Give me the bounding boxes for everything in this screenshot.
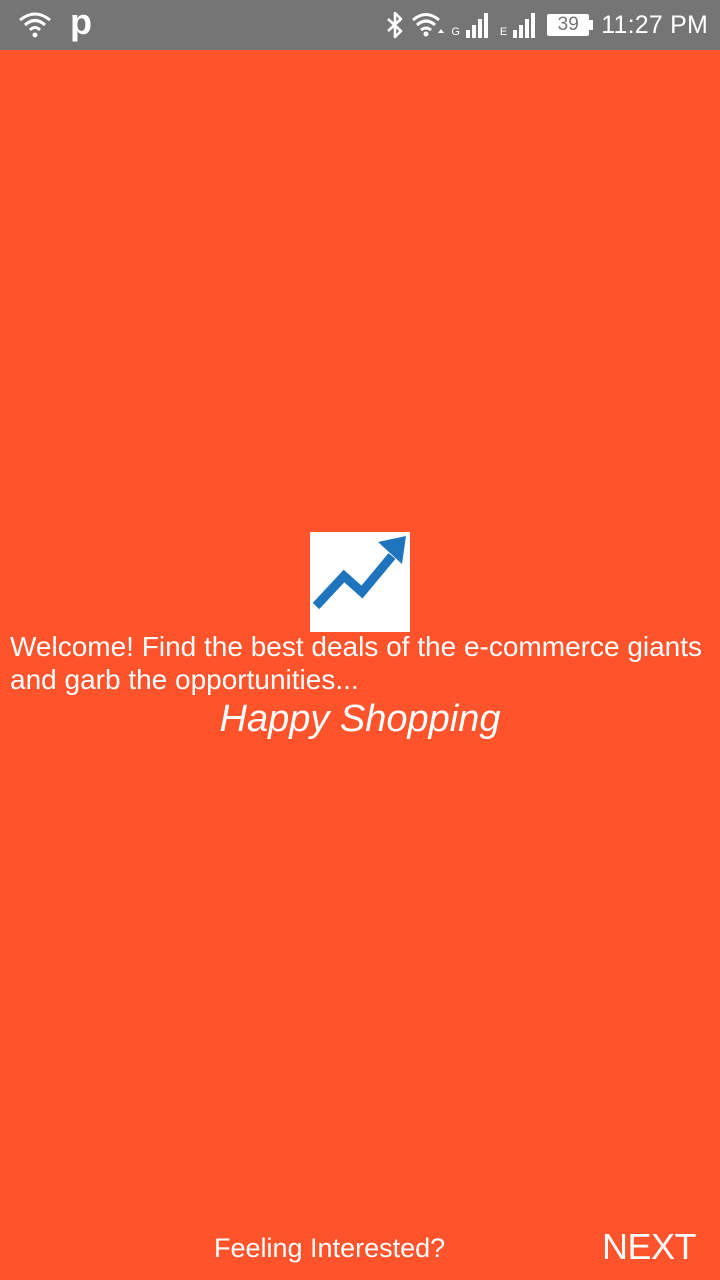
wifi-data-icon: [411, 11, 445, 39]
feeling-interested-text: Feeling Interested?: [214, 1233, 446, 1263]
status-bar-right: G E 39 11:27 PM: [385, 4, 708, 46]
app-notification-icon: p: [70, 1, 92, 42]
welcome-message: Welcome! Find the best deals of the e-co…: [10, 631, 703, 695]
next-button[interactable]: NEXT: [602, 1226, 697, 1268]
wifi-question-icon: [18, 10, 52, 40]
signal-icon: [465, 12, 490, 38]
trending-up-icon: [312, 536, 406, 610]
happy-shopping-tagline: Happy Shopping: [219, 698, 501, 740]
app-logo: [310, 532, 410, 632]
bluetooth-icon: [385, 11, 405, 39]
network-type-g: G: [451, 26, 460, 38]
network-type-e: E: [499, 26, 508, 38]
welcome-screen: p G E 39 11:27 PM Welcome! Find the best…: [0, 0, 720, 1280]
signal-icon: [513, 12, 537, 38]
status-bar: p G E 39 11:27 PM: [0, 0, 720, 50]
battery-level: 39: [557, 14, 579, 35]
status-clock: 11:27 PM: [601, 10, 708, 39]
battery-icon: 39: [547, 14, 594, 36]
status-bar-left: p: [18, 4, 92, 46]
